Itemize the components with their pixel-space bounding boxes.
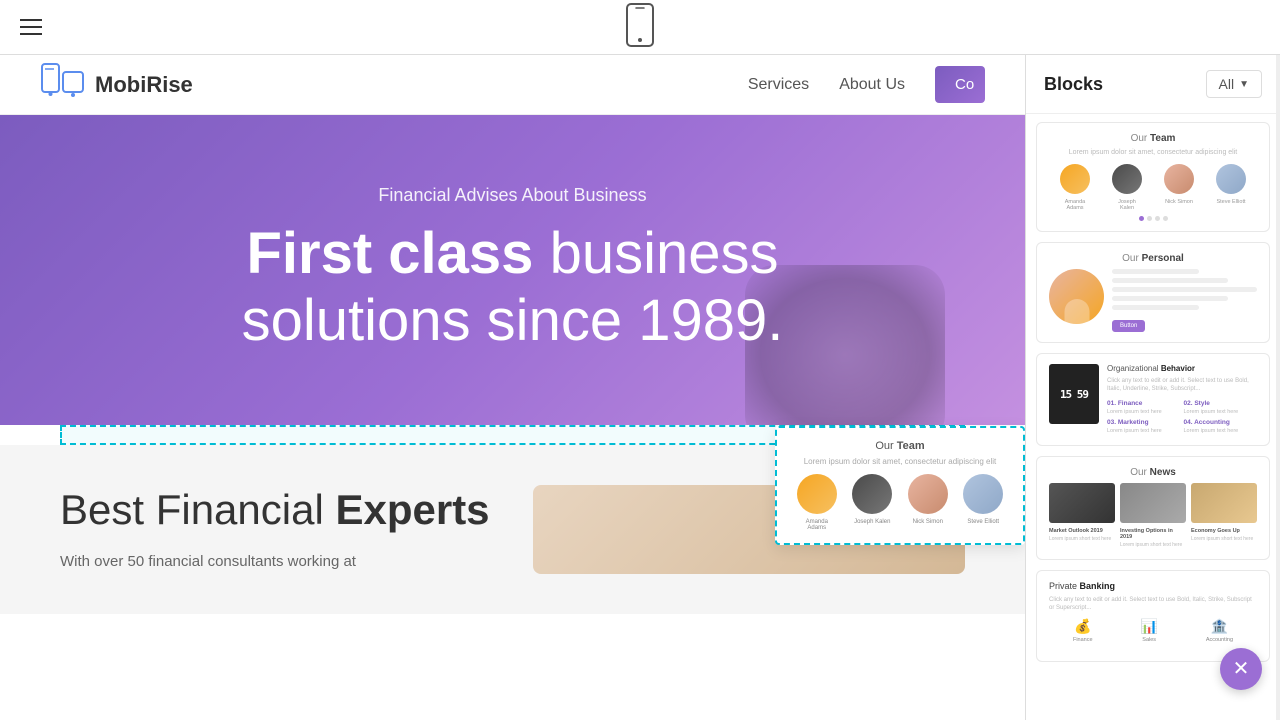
team-block-micro-text: Lorem ipsum dolor sit amet, consectetur …	[1049, 149, 1257, 156]
news-caption-1: Market Outlook 2019 Lorem ipsum short te…	[1049, 528, 1115, 549]
scroll-indicator	[1276, 55, 1280, 720]
blocks-list: Our Team Lorem ipsum dolor sit amet, con…	[1026, 114, 1280, 720]
team-avatar-3	[908, 474, 948, 514]
team-block-label: Our Team	[1049, 133, 1257, 144]
org-block-desc: Click any text to edit or add it. Select…	[1107, 377, 1257, 394]
hero-section: Financial Advises About Business First c…	[0, 115, 1025, 425]
banking-icons-row: 💰 Finance 📊 Sales 🏦 Accounting	[1049, 618, 1257, 643]
top-toolbar	[0, 0, 1280, 55]
banking-icon-accounting: 🏦 Accounting	[1206, 618, 1233, 643]
nav-link-services[interactable]: Services	[748, 76, 809, 94]
block-card-our-team[interactable]: Our Team Lorem ipsum dolor sit amet, con…	[1036, 122, 1270, 232]
website-preview: MobiRise Services About Us Co Financial …	[0, 55, 1025, 720]
team-block-dots	[1049, 216, 1257, 221]
team-preview-avatars	[789, 474, 1011, 514]
blocks-header: Blocks All ▼	[1026, 55, 1280, 114]
hero-title: First class business solutions since 198…	[60, 221, 965, 354]
main-area: MobiRise Services About Us Co Financial …	[0, 55, 1280, 720]
team-block-avatar-3	[1164, 164, 1194, 194]
close-button[interactable]: ✕	[1220, 648, 1262, 690]
personal-block-info: Button	[1112, 269, 1257, 332]
org-block-image: 15 59	[1049, 364, 1099, 424]
team-block-avatar-2	[1112, 164, 1142, 194]
team-avatar-1	[797, 474, 837, 514]
block-card-inner-news: Our News Market Outlook 2019 Lorem ipsum…	[1037, 457, 1269, 559]
site-logo-text: MobiRise	[95, 72, 193, 98]
block-card-inner-banking: Private Banking Click any text to edit o…	[1037, 571, 1269, 661]
news-block-captions: Market Outlook 2019 Lorem ipsum short te…	[1049, 528, 1257, 549]
hero-title-normal: business	[550, 221, 779, 286]
site-navbar: MobiRise Services About Us Co	[0, 55, 1025, 115]
content-heading-bold: Experts	[335, 486, 489, 533]
logo-icon	[40, 62, 85, 107]
banking-block-desc: Click any text to edit or add it. Select…	[1049, 596, 1257, 613]
hero-subtitle: Financial Advises About Business	[60, 185, 965, 206]
hero-content: Financial Advises About Business First c…	[60, 185, 965, 354]
team-block-avatar-4	[1216, 164, 1246, 194]
hero-title-bold: First class	[247, 221, 534, 286]
personal-block-btn: Button	[1112, 320, 1145, 332]
team-block-names: Amanda Adams Joseph Kalen Nick Simon Ste…	[1049, 199, 1257, 211]
news-img-3	[1191, 483, 1257, 523]
org-item-accounting: 04. Accounting Lorem ipsum text here	[1184, 419, 1258, 435]
phone-preview-toggle[interactable]	[626, 3, 654, 52]
news-caption-2: Investing Options in 2019 Lorem ipsum sh…	[1120, 528, 1186, 549]
nav-cta-button[interactable]: Co	[935, 66, 985, 103]
banking-title-row: Private Banking	[1049, 581, 1257, 591]
org-item-marketing: 03. Marketing Lorem ipsum text here	[1107, 419, 1181, 435]
personal-block-label: Our Personal	[1049, 253, 1257, 264]
hamburger-menu[interactable]	[20, 19, 42, 35]
chevron-down-icon: ▼	[1239, 79, 1249, 90]
org-block-items: 01. Finance Lorem ipsum text here 02. St…	[1107, 400, 1257, 435]
team-preview-sub: Lorem ipsum dolor sit amet, consectetur …	[789, 457, 1011, 466]
block-card-org-behavior[interactable]: 15 59 Organizational Behavior Click any …	[1036, 353, 1270, 446]
team-block-avatar-1	[1060, 164, 1090, 194]
all-filter-button[interactable]: All ▼	[1206, 70, 1262, 98]
hero-title-solutions: solutions since 1989.	[242, 288, 784, 353]
team-preview-label: Our Team	[789, 440, 1011, 452]
org-item-finance: 01. Finance Lorem ipsum text here	[1107, 400, 1181, 416]
team-preview-names: Amanda Adams Joseph Kalen Nick Simon Ste…	[789, 519, 1011, 531]
banking-icon-sales: 📊 Sales	[1140, 618, 1157, 643]
personal-block-inner: Button	[1049, 269, 1257, 332]
banking-icon-finance: 💰 Finance	[1073, 618, 1093, 643]
block-card-inner-team: Our Team Lorem ipsum dolor sit amet, con…	[1037, 123, 1269, 231]
nav-link-about[interactable]: About Us	[839, 76, 905, 94]
news-img-1	[1049, 483, 1115, 523]
block-card-inner-personal: Our Personal Button	[1037, 243, 1269, 342]
team-block-dragging: Our Team Lorem ipsum dolor sit amet, con…	[775, 426, 1025, 545]
block-card-our-personal[interactable]: Our Personal Button	[1036, 242, 1270, 343]
team-avatar-4	[963, 474, 1003, 514]
site-logo: MobiRise	[40, 62, 193, 107]
close-icon: ✕	[1233, 659, 1250, 679]
org-item-style: 02. Style Lorem ipsum text here	[1184, 400, 1258, 416]
content-heading: Best Financial Experts	[60, 485, 493, 535]
org-block-title: Organizational Behavior	[1107, 364, 1257, 373]
news-block-images	[1049, 483, 1257, 523]
org-block-content: Organizational Behavior Click any text t…	[1107, 364, 1257, 435]
org-block-inner: 15 59 Organizational Behavior Click any …	[1049, 364, 1257, 435]
content-heading-normal: Best Financial	[60, 486, 324, 533]
news-img-2	[1120, 483, 1186, 523]
banking-block-title: Private Banking	[1049, 581, 1115, 591]
block-card-inner-org: 15 59 Organizational Behavior Click any …	[1037, 354, 1269, 445]
blocks-panel-title: Blocks	[1044, 74, 1103, 95]
content-text: With over 50 financial consultants worki…	[60, 550, 493, 574]
site-nav-links: Services About Us Co	[748, 66, 985, 103]
team-block-avatars	[1049, 164, 1257, 194]
block-card-our-news[interactable]: Our News Market Outlook 2019 Lorem ipsum…	[1036, 456, 1270, 560]
personal-block-avatar	[1049, 269, 1104, 324]
content-left: Best Financial Experts With over 50 fina…	[60, 485, 493, 574]
news-caption-3: Economy Goes Up Lorem ipsum short text h…	[1191, 528, 1257, 549]
blocks-panel: Blocks All ▼ Our Team Lorem ipsum dolor …	[1025, 55, 1280, 720]
news-block-label: Our News	[1049, 467, 1257, 478]
team-avatar-2	[852, 474, 892, 514]
